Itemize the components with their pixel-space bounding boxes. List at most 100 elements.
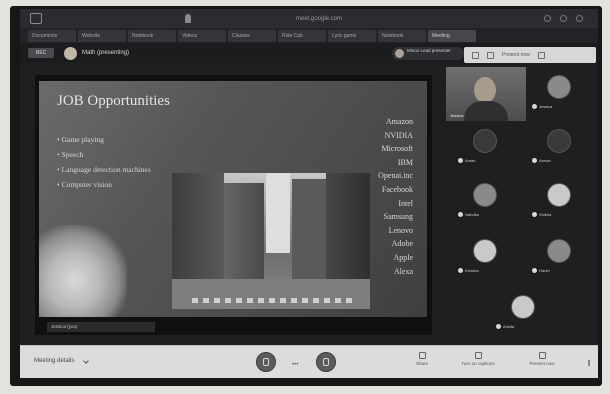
mic-button[interactable] — [256, 352, 276, 372]
tab-bar: Documents Website Notebook Videos Classe… — [20, 29, 598, 43]
browser-titlebar: meet.google.com — [20, 9, 598, 29]
avatar — [547, 239, 571, 263]
mic-off-icon — [458, 212, 463, 217]
chevron-up-icon[interactable] — [83, 358, 89, 364]
mic-off-icon — [532, 212, 537, 217]
menu-icon[interactable] — [30, 13, 42, 24]
participant-tile[interactable]: Kundan — [456, 235, 514, 279]
bullet-item: • Game playing — [57, 135, 104, 144]
avatar — [547, 129, 571, 153]
company-name: Amazon — [385, 117, 413, 126]
mic-off-icon — [532, 104, 537, 109]
captions-button[interactable]: Turn on captions — [456, 352, 500, 366]
microphone-icon — [263, 358, 269, 366]
share-icon — [418, 352, 426, 359]
address-bar[interactable]: meet.google.com — [274, 14, 364, 24]
company-name: Microsoft — [381, 144, 413, 154]
participant-name: Jessica — [450, 113, 464, 118]
mic-off-icon — [458, 158, 463, 163]
avatar — [511, 295, 535, 319]
browser-tab[interactable]: Notebook — [378, 30, 426, 42]
participant-name: Shikha — [539, 212, 552, 217]
company-name: Adobe — [391, 239, 413, 249]
participant-name: Harsh — [539, 268, 550, 273]
bullet-item: • Speech — [57, 150, 84, 159]
close-icon[interactable] — [576, 15, 583, 22]
presenter-caption: Jessica (you) — [47, 322, 155, 332]
captions-icon — [474, 352, 482, 359]
present-icon — [538, 352, 546, 359]
mic-off-icon — [532, 158, 537, 163]
browser-tab[interactable]: Classes — [228, 30, 276, 42]
company-name: Openai.inc — [378, 171, 413, 181]
company-name: IBM — [397, 157, 413, 167]
browser-tab[interactable]: Lyric game — [328, 30, 376, 42]
avatar — [547, 75, 571, 99]
participant-name: Arman — [539, 158, 551, 163]
pin-icon[interactable] — [472, 51, 479, 59]
participant-name: Jessica — [539, 104, 553, 109]
company-name: Facebook — [381, 184, 413, 194]
minimize-icon[interactable] — [544, 15, 551, 22]
participant-name: Ankita — [503, 324, 515, 329]
shared-slide: JOB Opportunities • Game playing • Speech … — [39, 81, 427, 317]
avatar — [473, 183, 497, 207]
presenting-label: Math (presenting) — [82, 50, 130, 56]
slide-bullets: • Game playing • Speech • Language detectio… — [57, 135, 157, 190]
browser-tab[interactable]: Videos — [178, 30, 226, 42]
participant-tile[interactable]: Shikha — [530, 179, 588, 223]
presenter-pill[interactable]: Minoo Lead presenter — [392, 47, 464, 60]
mic-off-icon — [496, 324, 501, 329]
bullet-item: • Language detection machines — [57, 165, 151, 174]
overlay-toolbar-label[interactable]: Present now — [502, 52, 530, 58]
present-now-button[interactable]: Present now — [520, 352, 564, 366]
participant-tile[interactable]: Jessica — [530, 71, 588, 115]
avatar — [395, 49, 404, 58]
bell-icon[interactable] — [185, 14, 191, 23]
share-button[interactable]: Share — [400, 352, 444, 366]
browser-tab-active[interactable]: Meeting — [428, 30, 476, 42]
meeting-controls-bar: Meeting details ••• Share Turn on captio… — [20, 345, 598, 378]
participant-tile[interactable]: Harsh — [530, 235, 588, 279]
browser-tab[interactable]: Documents — [28, 30, 76, 42]
company-list: Amazon NVIDIA Microsoft IBM Openai.inc F… — [378, 115, 413, 278]
slide-title: JOB Opportunities — [57, 93, 170, 109]
company-name: NVIDIA — [384, 130, 413, 140]
more-icon[interactable] — [588, 360, 590, 366]
camera-icon — [323, 358, 329, 366]
avatar — [473, 129, 497, 153]
presenter-pill-label: Minoo Lead presenter — [407, 48, 451, 53]
camera-button[interactable] — [316, 352, 336, 372]
avatar — [64, 47, 77, 60]
participant-tile[interactable]: Ankita — [494, 291, 552, 335]
bullet-item: • Computer vision — [57, 180, 112, 189]
mic-off-icon — [458, 268, 463, 273]
meeting-screen: meet.google.com Documents Website Notebo… — [20, 9, 598, 378]
avatar — [547, 183, 571, 207]
edit-icon[interactable] — [487, 51, 494, 59]
participant-tile[interactable]: Nandita — [456, 179, 514, 223]
company-name: Lenovo — [388, 225, 413, 235]
company-name: Alexa — [393, 266, 413, 276]
avatar — [473, 239, 497, 263]
participant-tile[interactable]: Aman — [456, 125, 514, 169]
browser-tab[interactable]: Website — [78, 30, 126, 42]
company-name: Samsung — [383, 212, 413, 222]
participant-tile[interactable]: Arman — [530, 125, 588, 169]
browser-tab[interactable]: Ride Cab — [278, 30, 326, 42]
participant-name: Aman — [465, 158, 476, 163]
participant-name: Kundan — [465, 268, 479, 273]
company-name: Intel — [398, 198, 413, 208]
maximize-icon[interactable] — [560, 15, 567, 22]
more-options-icon[interactable]: ••• — [292, 362, 298, 368]
meeting-details-button[interactable]: Meeting details — [34, 358, 74, 364]
browser-tab[interactable]: Notebook — [128, 30, 176, 42]
participant-name: Nandita — [465, 212, 479, 217]
company-name: Apple — [393, 252, 413, 262]
street-photo — [172, 173, 370, 309]
overlay-toolbar: Present now — [464, 47, 596, 63]
self-video-tile[interactable]: Jessica — [446, 67, 526, 121]
mic-off-icon — [532, 268, 537, 273]
settings-icon[interactable] — [537, 51, 545, 59]
coral-image — [39, 225, 127, 317]
